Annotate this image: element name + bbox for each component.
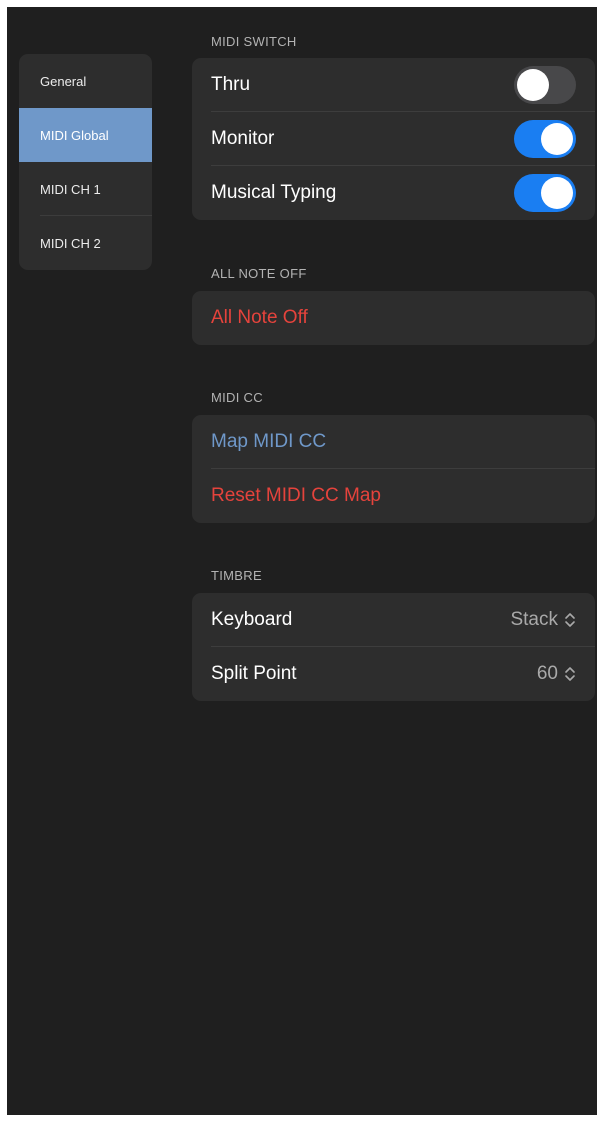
sidebar-item-label: MIDI Global [40, 127, 109, 143]
button-label: Map MIDI CC [211, 431, 327, 452]
monitor-row: Monitor [192, 112, 595, 166]
map-midi-cc-button[interactable]: Map MIDI CC [192, 415, 595, 469]
timbre-group: Keyboard Stack Split Point 60 [192, 593, 595, 701]
monitor-toggle[interactable] [514, 120, 576, 158]
settings-screen: General MIDI Global MIDI CH 1 MIDI CH 2 … [7, 7, 597, 1115]
sidebar-item-label: MIDI CH 2 [40, 235, 101, 251]
picker-value: 60 [536, 663, 558, 684]
split-point-row[interactable]: Split Point 60 [192, 647, 595, 701]
midi-switch-group: Thru Monitor Musical Typing [192, 58, 595, 220]
split-point-picker[interactable]: 60 [537, 663, 576, 685]
keyboard-picker[interactable]: Stack [510, 609, 576, 631]
sidebar-item-label: General [40, 73, 87, 89]
sidebar-item-general[interactable]: General [19, 54, 152, 108]
row-label: Thru [211, 74, 251, 95]
picker-value: Stack [510, 609, 558, 630]
sidebar-item-label: MIDI CH 1 [40, 181, 101, 197]
reset-midi-cc-map-button[interactable]: Reset MIDI CC Map [192, 469, 595, 523]
chevron-up-down-icon [565, 613, 575, 627]
toggle-knob [541, 123, 573, 155]
keyboard-row[interactable]: Keyboard Stack [192, 593, 595, 647]
musical-typing-toggle[interactable] [514, 174, 576, 212]
all-note-off-group: All Note Off [192, 291, 595, 345]
sidebar-item-midi-ch-2[interactable]: MIDI CH 2 [19, 216, 152, 270]
thru-row: Thru [192, 58, 595, 112]
section-header-all-note-off: ALL NOTE OFF [211, 266, 307, 281]
button-label: Reset MIDI CC Map [211, 485, 381, 506]
section-header-timbre: TIMBRE [211, 568, 262, 583]
thru-toggle[interactable] [514, 66, 576, 104]
sidebar: General MIDI Global MIDI CH 1 MIDI CH 2 [19, 54, 152, 270]
section-header-midi-switch: MIDI SWITCH [211, 34, 297, 49]
toggle-knob [517, 69, 549, 101]
all-note-off-button[interactable]: All Note Off [192, 291, 595, 345]
sidebar-item-midi-global[interactable]: MIDI Global [19, 108, 152, 162]
row-label: Musical Typing [211, 182, 337, 203]
toggle-knob [541, 177, 573, 209]
row-label: Split Point [211, 663, 297, 684]
musical-typing-row: Musical Typing [192, 166, 595, 220]
row-label: Monitor [211, 128, 275, 149]
chevron-up-down-icon [565, 667, 575, 681]
button-label: All Note Off [211, 307, 308, 328]
midi-cc-group: Map MIDI CC Reset MIDI CC Map [192, 415, 595, 523]
row-label: Keyboard [211, 609, 293, 630]
section-header-midi-cc: MIDI CC [211, 390, 263, 405]
sidebar-item-midi-ch-1[interactable]: MIDI CH 1 [19, 162, 152, 216]
